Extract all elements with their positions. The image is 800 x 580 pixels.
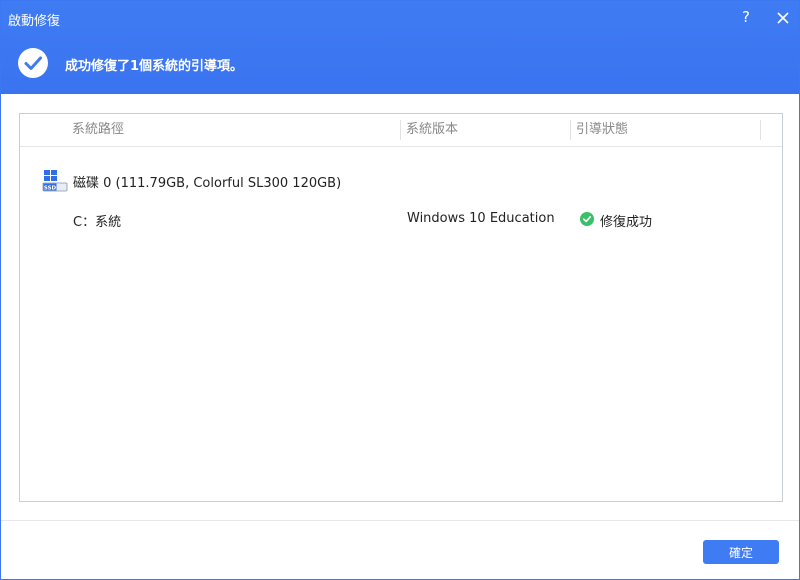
column-divider[interactable] [760,120,761,140]
repair-status: 修復成功 [600,215,653,230]
confirm-button[interactable]: 確定 [703,540,779,564]
system-table: 系統路徑 系統版本 引導狀態 SSD 磁碟 0 (111.79GB, Color… [19,113,783,502]
help-button[interactable]: ? [737,8,755,28]
dialog-header: 啟動修復 ? 成功修復了1個系統的引導項。 [1,1,799,94]
column-divider[interactable] [400,120,401,140]
repair-dialog: 啟動修復 ? 成功修復了1個系統的引導項。 系統路徑 系統版本 引導狀態 SSD… [0,0,800,580]
check-circle-icon [580,212,594,226]
table-header: 系統路徑 系統版本 引導狀態 [20,114,782,147]
close-icon [777,12,789,24]
table-row[interactable]: C：系統 Windows 10 Education 修復成功 [20,206,782,232]
success-check-icon [18,48,48,78]
ssd-disk-icon: SSD [42,170,68,192]
column-header-path[interactable]: 系統路徑 [72,114,124,146]
partition-version: Windows 10 Education [407,211,555,226]
column-header-version[interactable]: 系統版本 [406,114,458,146]
column-divider[interactable] [570,120,571,140]
close-button[interactable] [773,8,793,28]
footer-divider [1,520,799,521]
svg-text:SSD: SSD [44,185,57,191]
dialog-title: 啟動修復 [8,14,61,29]
disk-label: 磁碟 0 (111.79GB, Colorful SL300 120GB) [73,176,342,191]
disk-row: SSD 磁碟 0 (111.79GB, Colorful SL300 120GB… [20,164,782,194]
partition-path: C：系統 [73,215,122,230]
status-message: 成功修復了1個系統的引導項。 [65,59,244,74]
column-header-status[interactable]: 引導狀態 [576,114,628,146]
